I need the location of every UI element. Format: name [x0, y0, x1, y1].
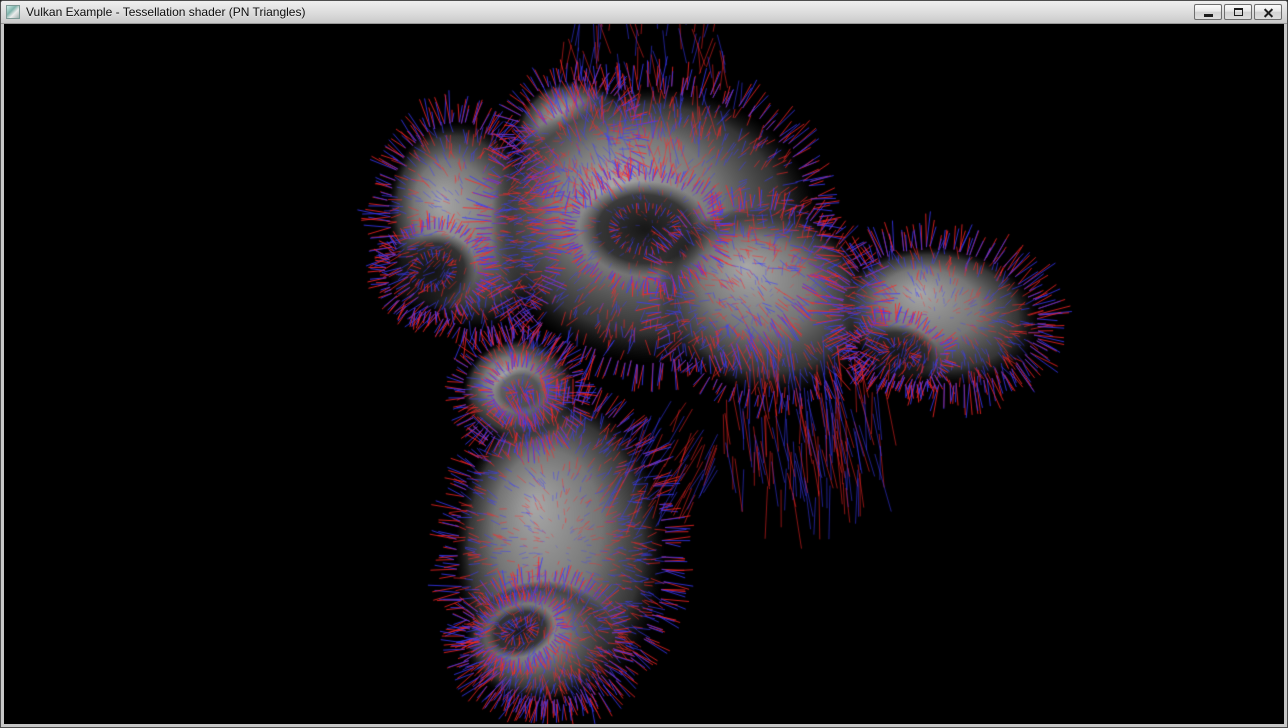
- window-controls: [1192, 4, 1282, 20]
- vulkan-render-canvas[interactable]: [4, 24, 1284, 724]
- render-viewport: [4, 24, 1284, 724]
- maximize-icon: [1234, 8, 1243, 16]
- minimize-icon: [1204, 14, 1213, 17]
- window-title: Vulkan Example - Tessellation shader (PN…: [26, 5, 305, 19]
- close-icon: [1263, 7, 1274, 18]
- app-window: Vulkan Example - Tessellation shader (PN…: [0, 0, 1288, 728]
- minimize-button[interactable]: [1194, 4, 1222, 20]
- close-button[interactable]: [1254, 4, 1282, 20]
- maximize-button[interactable]: [1224, 4, 1252, 20]
- app-icon[interactable]: [6, 5, 20, 19]
- title-bar[interactable]: Vulkan Example - Tessellation shader (PN…: [1, 1, 1287, 24]
